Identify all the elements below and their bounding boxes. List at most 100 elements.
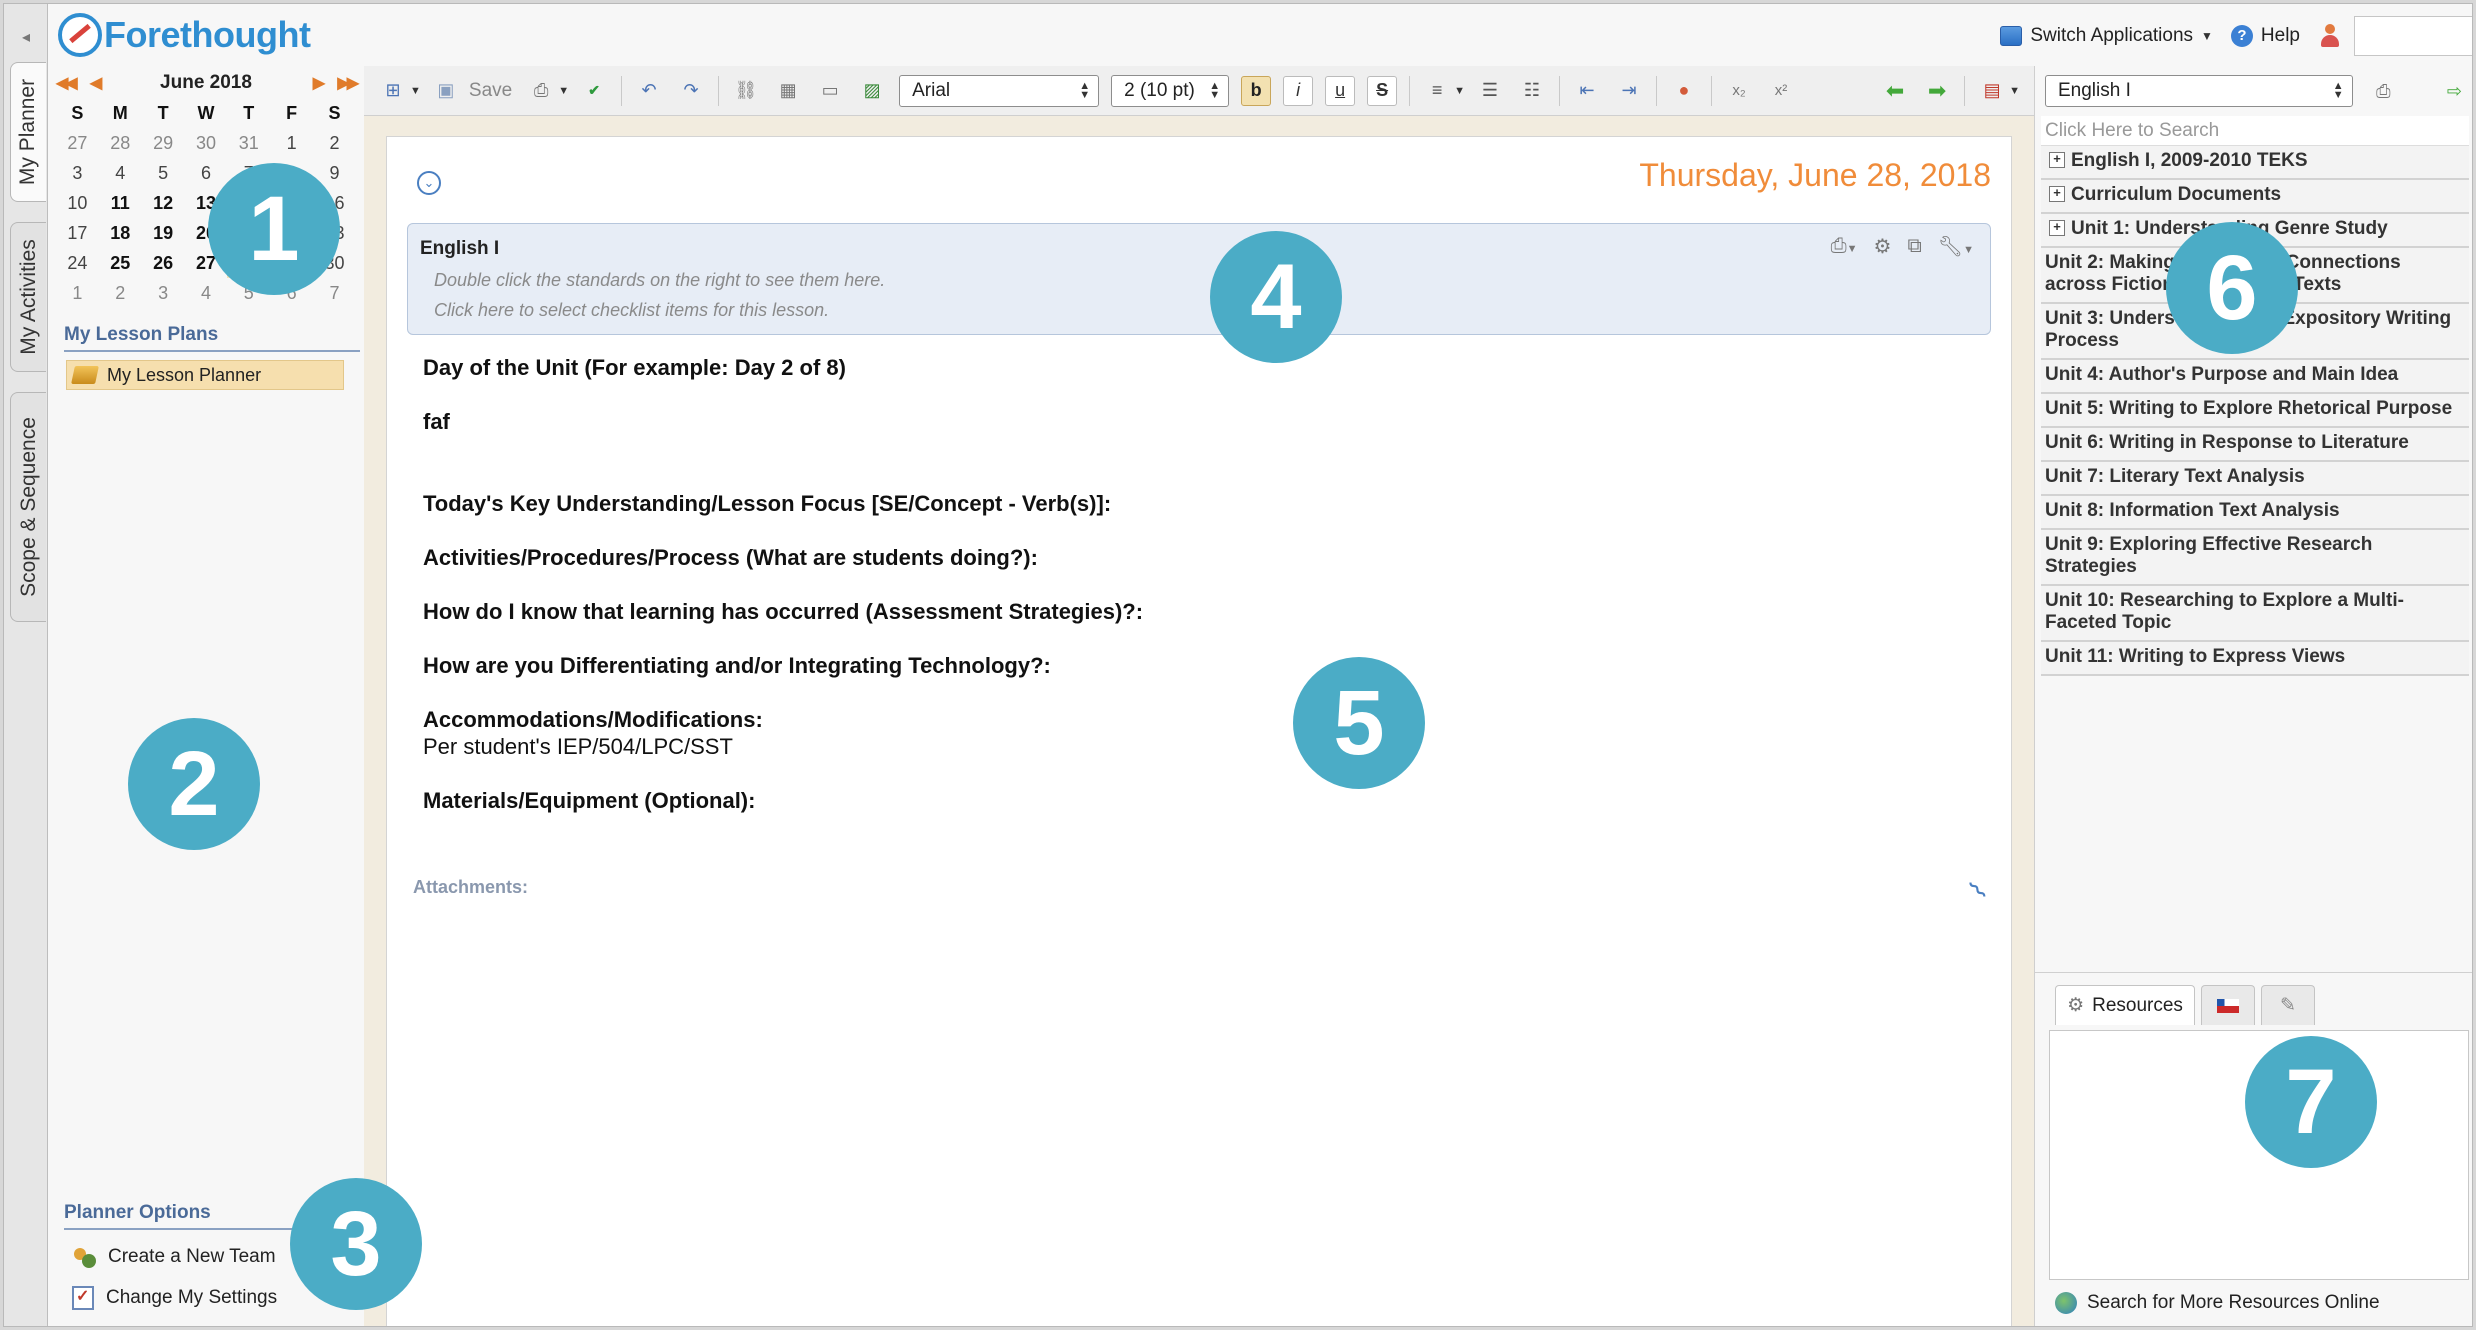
calendar-day[interactable]: 1 [270, 128, 313, 158]
calendar-day[interactable]: 18 [99, 218, 142, 248]
tree-node[interactable]: Unit 9: Exploring Effective Research Str… [2041, 530, 2469, 586]
tree-node[interactable]: Unit 8: Information Text Analysis [2041, 496, 2469, 530]
image-icon[interactable]: ▨ [857, 76, 887, 106]
help-button[interactable]: ? Help [2230, 25, 2300, 47]
undo-icon[interactable]: ↶ [634, 76, 664, 106]
table-icon[interactable]: ▦ [773, 76, 803, 106]
checklist-hint[interactable]: Click here to select checklist items for… [434, 300, 829, 321]
calendar-day[interactable]: 10 [56, 188, 99, 218]
save-icon[interactable]: ▣ [431, 76, 461, 106]
calendar-day[interactable]: 19 [142, 218, 185, 248]
prev-month-icon[interactable]: ◀ [90, 75, 102, 92]
user-icon[interactable] [2320, 24, 2340, 48]
tree-node[interactable]: Unit 6: Writing in Response to Literatur… [2041, 428, 2469, 462]
calendar-day[interactable]: 5 [142, 158, 185, 188]
paperclip-icon[interactable]: ⌇ [1963, 875, 1994, 906]
search-more-resources-link[interactable]: Search for More Resources Online [2055, 1292, 2380, 1314]
tree-node[interactable]: English I, 2009-2010 TEKS [2041, 146, 2469, 180]
course-select[interactable]: English I ▲ ▼ [2045, 75, 2353, 107]
calendar-day[interactable]: 1 [56, 278, 99, 308]
bold-button[interactable]: b [1241, 75, 1272, 106]
calendar-day[interactable]: 11 [99, 188, 142, 218]
chevron-down-icon[interactable]: ▼ [1454, 85, 1465, 97]
calendar-day[interactable]: 31 [227, 128, 270, 158]
underline-button[interactable]: u [1325, 75, 1356, 106]
calendar-day[interactable]: 25 [99, 248, 142, 278]
numbered-list-icon[interactable]: ☰ [1475, 76, 1505, 106]
italic-button[interactable]: i [1283, 75, 1314, 106]
subscript-icon[interactable]: x₂ [1724, 76, 1754, 106]
calendar-day[interactable]: 3 [142, 278, 185, 308]
link-icon[interactable]: ⛓ [731, 76, 761, 106]
spellcheck-icon[interactable]: ✔ [579, 76, 609, 106]
wrench-icon[interactable]: 🔧︎▼ [1938, 234, 1974, 259]
calendar-day[interactable]: 7 [313, 278, 356, 308]
calendar-day[interactable]: 4 [99, 158, 142, 188]
tab-notes[interactable]: ✎ [2261, 985, 2315, 1025]
tab-my-planner[interactable]: My Planner [10, 62, 46, 202]
gear-icon[interactable]: ⚙ [1874, 234, 1892, 259]
tab-resources[interactable]: ⚙ Resources [2055, 985, 2195, 1025]
tab-state-flag[interactable] [2201, 985, 2255, 1025]
tree-node[interactable]: Unit 7: Literary Text Analysis [2041, 462, 2469, 496]
next-day-icon[interactable]: ➡ [1922, 76, 1952, 106]
calendar-day[interactable]: 3 [56, 158, 99, 188]
calendar-day[interactable]: 27 [56, 128, 99, 158]
calendar-day[interactable]: 4 [185, 278, 228, 308]
tab-my-activities[interactable]: My Activities [10, 222, 46, 372]
chevron-down-icon[interactable]: ▼ [2009, 85, 2020, 97]
lesson-standards-box[interactable]: English I Double click the standards on … [407, 223, 1991, 335]
collapse-arrow-icon[interactable]: ◂ [14, 26, 38, 50]
my-lesson-planner-item[interactable]: My Lesson Planner [66, 360, 344, 390]
save-button[interactable]: Save [469, 80, 512, 102]
print-icon[interactable]: ⎙ [526, 76, 556, 106]
calendar-day[interactable]: 12 [142, 188, 185, 218]
calendar-view-icon[interactable]: ▤ [1977, 76, 2007, 106]
calendar-day[interactable]: 29 [142, 128, 185, 158]
chevron-down-icon[interactable]: ▼ [410, 85, 421, 97]
chevron-down-icon[interactable]: ▼ [558, 85, 569, 97]
print-icon[interactable]: ⎙ [2369, 76, 2398, 106]
tree-node[interactable]: Unit 5: Writing to Explore Rhetorical Pu… [2041, 394, 2469, 428]
font-size-select[interactable]: 2 (10 pt) ▲ ▼ [1111, 74, 1230, 107]
outdent-icon[interactable]: ⇤ [1572, 76, 1602, 106]
switch-applications-button[interactable]: Switch Applications ▼ [2000, 25, 2213, 47]
copy-icon[interactable]: ⧉ [1907, 235, 1921, 258]
new-lesson-icon[interactable]: ⊞ [378, 76, 408, 106]
redo-icon[interactable]: ↷ [676, 76, 706, 106]
standards-hint[interactable]: Double click the standards on the right … [434, 270, 885, 291]
standards-search-input[interactable]: Click Here to Search [2041, 116, 2469, 146]
tree-node[interactable]: Unit 10: Researching to Explore a Multi-… [2041, 586, 2469, 642]
export-icon[interactable]: ⇨ [2440, 76, 2469, 106]
user-name-box[interactable] [2354, 16, 2472, 56]
calendar-day[interactable]: 6 [185, 158, 228, 188]
calendar-day[interactable]: 24 [56, 248, 99, 278]
font-family-select[interactable]: Arial ▲ ▼ [899, 74, 1100, 107]
align-icon[interactable]: ≡ [1422, 76, 1452, 106]
tree-node[interactable]: Unit 11: Writing to Express Views [2041, 642, 2469, 676]
calendar-day[interactable]: 30 [185, 128, 228, 158]
superscript-icon[interactable]: x² [1766, 76, 1796, 106]
calendar-day[interactable]: 2 [313, 128, 356, 158]
indent-icon[interactable]: ⇥ [1614, 76, 1644, 106]
color-icon[interactable]: ● [1669, 76, 1699, 106]
calendar-day[interactable]: 2 [99, 278, 142, 308]
horizontal-rule-icon[interactable]: ▭ [815, 76, 845, 106]
calendar-day[interactable]: 28 [99, 128, 142, 158]
prev-year-icon[interactable]: ◀◀ [56, 75, 78, 92]
tree-node[interactable]: Curriculum Documents [2041, 180, 2469, 214]
lesson-document[interactable]: ⌄ Thursday, June 28, 2018 English I Doub… [386, 136, 2012, 1326]
next-month-icon[interactable]: ▶ [313, 75, 325, 92]
previous-day-icon[interactable]: ⬅ [1880, 76, 1910, 106]
print-icon[interactable]: ⎙▼ [1831, 235, 1858, 258]
change-settings-link[interactable]: Change My Settings [72, 1286, 277, 1310]
create-team-link[interactable]: Create a New Team [72, 1246, 276, 1268]
bullet-list-icon[interactable]: ☷ [1517, 76, 1547, 106]
next-year-icon[interactable]: ▶▶ [337, 75, 359, 92]
calendar-day[interactable]: 17 [56, 218, 99, 248]
tree-node[interactable]: Unit 4: Author's Purpose and Main Idea [2041, 360, 2469, 394]
tab-scope-sequence[interactable]: Scope & Sequence [10, 392, 46, 622]
clock-icon[interactable]: ⌄ [417, 171, 441, 195]
strikethrough-button[interactable]: S [1367, 75, 1398, 106]
calendar-day[interactable]: 26 [142, 248, 185, 278]
